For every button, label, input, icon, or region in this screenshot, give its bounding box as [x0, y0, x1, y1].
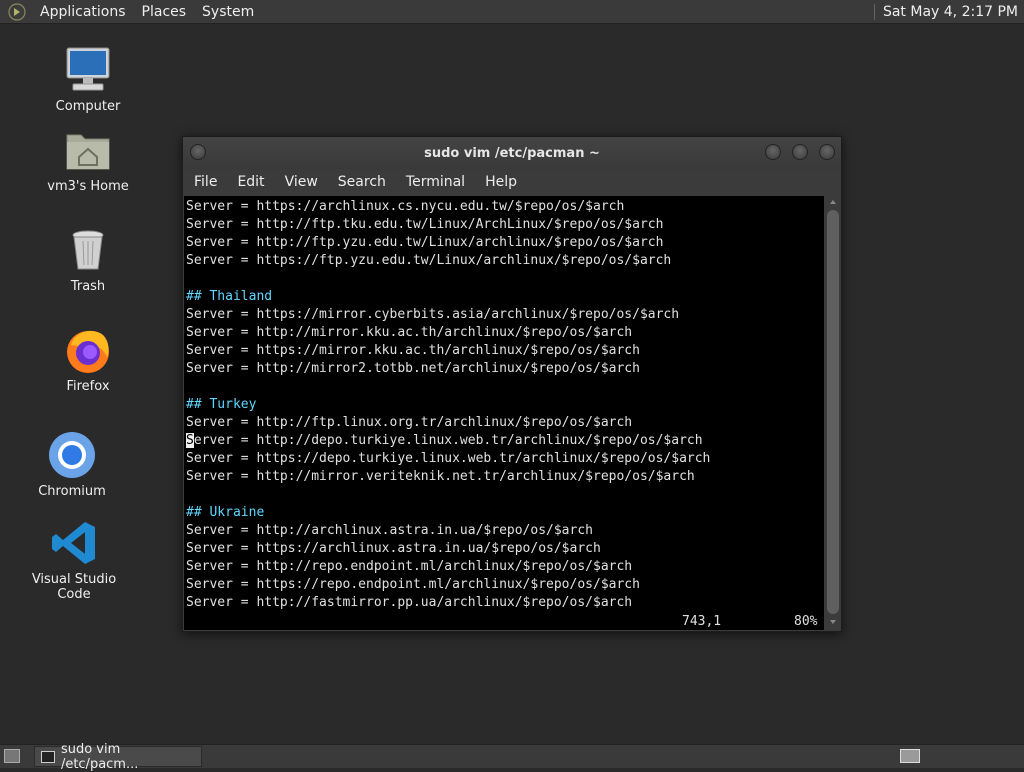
distro-logo-icon[interactable] — [8, 2, 26, 21]
vim-cursor-position: 743,1 — [682, 614, 722, 629]
terminal-line-text: erver = http://depo.turkiye.linux.web.tr… — [193, 433, 703, 448]
terminal-window: sudo vim /etc/pacman ~ File Edit View Se… — [182, 136, 842, 632]
terminal-line: Server = http://ftp.linux.org.tr/archlin… — [186, 415, 633, 430]
terminal-line: Server = https://archlinux.astra.in.ua/$… — [186, 541, 601, 556]
bottom-panel: sudo vim /etc/pacm... — [0, 742, 1024, 772]
menu-edit[interactable]: Edit — [227, 174, 274, 190]
show-desktop-icon[interactable] — [4, 749, 20, 763]
menu-search[interactable]: Search — [328, 174, 396, 190]
terminal-line: Server = http://mirror2.totbb.net/archli… — [186, 361, 640, 376]
terminal-line: Server = https://ftp.yzu.edu.tw/Linux/ar… — [186, 253, 672, 268]
desktop-icon-computer[interactable]: Computer — [33, 45, 143, 114]
terminal-line: ## Turkey — [186, 397, 257, 412]
applications-menu[interactable]: Applications — [32, 4, 134, 20]
terminal-line: ## Thailand — [186, 289, 273, 304]
window-menubar: File Edit View Search Terminal Help — [183, 169, 841, 195]
text-cursor: S — [186, 433, 194, 448]
terminal-line: Server = http://repo.endpoint.ml/archlin… — [186, 559, 633, 574]
scroll-up-arrow-icon[interactable] — [830, 200, 836, 204]
window-titlebar[interactable]: sudo vim /etc/pacman ~ — [183, 137, 841, 169]
desktop-icon-label: Chromium — [38, 484, 106, 499]
workspace-switcher[interactable] — [900, 749, 920, 763]
taskbar-item-label: sudo vim /etc/pacm... — [60, 741, 139, 772]
terminal-line: Server = https://repo.endpoint.ml/archli… — [186, 577, 640, 592]
maximize-button[interactable] — [792, 144, 808, 160]
scroll-down-arrow-icon[interactable] — [830, 620, 836, 624]
desktop-icon-label: Firefox — [66, 379, 110, 394]
desktop-icon-label: vm3's Home — [47, 179, 129, 194]
vim-scroll-percent: 80% — [794, 614, 818, 629]
taskbar-item-terminal[interactable]: sudo vim /etc/pacm... — [34, 742, 202, 772]
firefox-icon — [67, 330, 109, 373]
terminal-line: Server = http://ftp.tku.edu.tw/Linux/Arc… — [186, 217, 664, 232]
terminal-line: Server = http://fastmirror.pp.ua/archlin… — [186, 595, 633, 610]
desktop-icon-home[interactable]: vm3's Home — [33, 125, 143, 194]
menu-terminal[interactable]: Terminal — [396, 174, 475, 190]
terminal-line: ## Ukraine — [186, 505, 265, 520]
desktop-icon-chromium[interactable]: Chromium — [17, 430, 127, 499]
terminal-icon — [41, 750, 55, 763]
terminal-line: Server = http://mirror.veriteknik.net.tr… — [186, 469, 695, 484]
panel-separator — [873, 3, 875, 20]
desktop-icon-trash[interactable]: Trash — [33, 225, 143, 294]
menu-help[interactable]: Help — [475, 174, 527, 190]
terminal-line: Server = http://depo.turkiye.linux.web.t… — [186, 432, 703, 450]
window-title: sudo vim /etc/pacman ~ — [424, 145, 600, 161]
top-panel: Applications Places System Sat May 4, 2:… — [0, 0, 1024, 24]
desktop-icon-label: Visual Studio Code — [31, 572, 117, 602]
terminal-scrollbar[interactable] — [825, 196, 841, 630]
chromium-icon — [49, 432, 95, 478]
minimize-button[interactable] — [765, 144, 781, 160]
vscode-icon — [52, 522, 95, 564]
menu-view[interactable]: View — [275, 174, 328, 190]
desktop-icon-vscode[interactable]: Visual Studio Code — [19, 518, 129, 602]
places-menu[interactable]: Places — [134, 4, 195, 20]
window-menu-button[interactable] — [190, 144, 206, 160]
terminal-line: Server = https://archlinux.cs.nycu.edu.t… — [186, 199, 625, 214]
scrollbar-thumb[interactable] — [827, 210, 839, 614]
desktop-icon-label: Trash — [70, 279, 106, 294]
terminal-content[interactable]: 743,1 80% Server = https://archlinux.cs.… — [184, 196, 824, 630]
trash-icon — [72, 230, 104, 270]
desktop-icon-label: Computer — [55, 99, 121, 114]
terminal-line: Server = http://mirror.kku.ac.th/archlin… — [186, 325, 633, 340]
computer-icon — [66, 47, 110, 91]
home-folder-icon — [66, 134, 110, 170]
terminal-line: Server = https://mirror.cyberbits.asia/a… — [186, 307, 680, 322]
system-menu[interactable]: System — [194, 4, 262, 20]
clock[interactable]: Sat May 4, 2:17 PM — [883, 4, 1024, 20]
desktop-icon-firefox[interactable]: Firefox — [33, 325, 143, 394]
terminal-line: Server = https://mirror.kku.ac.th/archli… — [186, 343, 640, 358]
close-button[interactable] — [819, 144, 835, 160]
terminal-line: Server = https://depo.turkiye.linux.web.… — [186, 451, 711, 466]
terminal-line: Server = http://ftp.yzu.edu.tw/Linux/arc… — [186, 235, 664, 250]
menu-file[interactable]: File — [183, 174, 227, 190]
terminal-line: Server = http://archlinux.astra.in.ua/$r… — [186, 523, 593, 538]
